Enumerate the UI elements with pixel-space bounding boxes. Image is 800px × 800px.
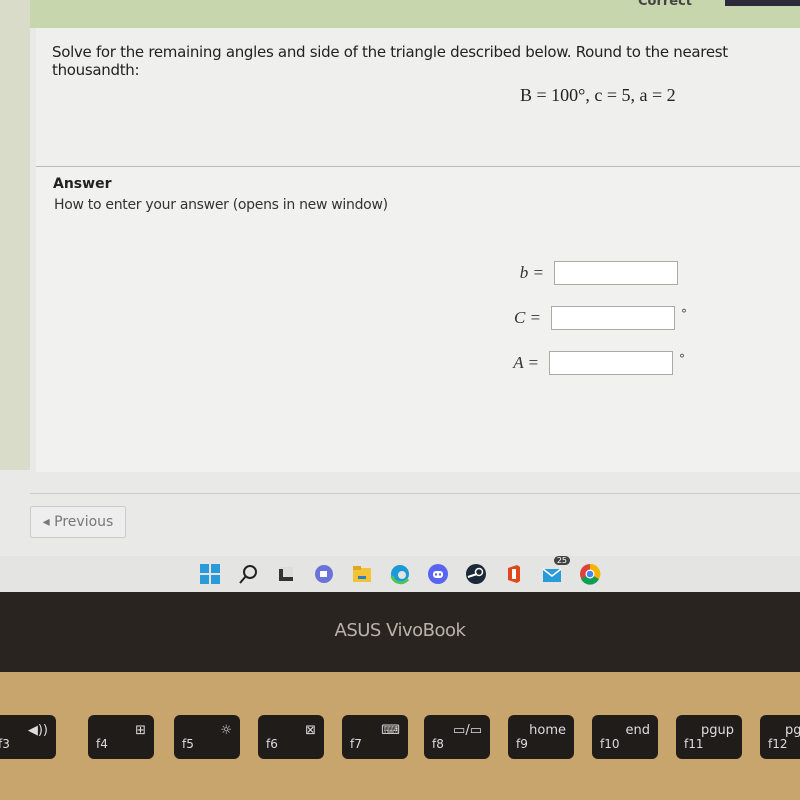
- answer-panel: Answer How to enter your answer (opens i…: [36, 167, 800, 472]
- given-values: B = 100°, c = 5, a = 2: [520, 85, 676, 105]
- chrome-icon[interactable]: [578, 562, 602, 586]
- key-f9-home[interactable]: f9 home: [508, 715, 574, 759]
- top-bar: Correct: [0, 0, 800, 28]
- keyboard-light-icon: ⌨: [381, 723, 400, 738]
- A-input[interactable]: [549, 351, 673, 375]
- question-text: Solve for the remaining angles and side …: [52, 43, 728, 79]
- discord-icon[interactable]: [426, 562, 450, 586]
- key-label: pgdn: [785, 723, 800, 738]
- key-fn: f10: [600, 737, 620, 751]
- field-label: b =: [519, 263, 544, 282]
- brightness-up-icon: ☼: [220, 723, 232, 738]
- key-label: home: [529, 723, 566, 738]
- key-fn: f11: [684, 737, 704, 751]
- question-panel: Solve for the remaining angles and side …: [36, 28, 800, 167]
- mail-icon[interactable]: 25: [540, 556, 570, 586]
- widgets-icon[interactable]: [274, 562, 298, 586]
- key-f6[interactable]: f6 ⊠: [258, 715, 324, 759]
- office-icon[interactable]: [502, 562, 526, 586]
- C-input[interactable]: [551, 306, 675, 330]
- laptop-screen: Correct Solve for the remaining angles a…: [0, 0, 800, 592]
- status-correct: Correct: [637, 0, 692, 9]
- teams-chat-icon[interactable]: [312, 562, 336, 586]
- divider: [30, 493, 800, 494]
- key-f5[interactable]: f5 ☼: [174, 715, 240, 759]
- field-label: C =: [513, 308, 541, 327]
- laptop-brand-logo: ASUS VivoBook: [334, 620, 466, 641]
- key-fn: f12: [768, 737, 788, 751]
- key-fn: f4: [96, 737, 108, 751]
- field-label: A =: [513, 353, 539, 372]
- key-label: pgup: [701, 723, 734, 738]
- key-f11-pgup[interactable]: f11 pgup: [676, 715, 742, 759]
- key-f7[interactable]: f7 ⌨: [342, 715, 408, 759]
- brightness-down-icon: ⊞: [135, 723, 146, 738]
- key-fn: f9: [516, 737, 528, 751]
- key-f10-end[interactable]: f10 end: [592, 715, 658, 759]
- previous-button[interactable]: ◂ Previous: [30, 506, 126, 538]
- key-label: end: [625, 723, 651, 738]
- key-fn: f3: [0, 737, 10, 751]
- file-explorer-icon[interactable]: [350, 562, 374, 586]
- key-fn: f7: [350, 737, 362, 751]
- key-f4[interactable]: f4 ⊞: [88, 715, 154, 759]
- keyboard-function-row: f3 ◀)) f4 ⊞ f5 ☼ f6 ⊠ f7 ⌨ f8 ▭/▭ f9 home f10 en…: [0, 705, 800, 800]
- answer-row-A: A = °: [495, 351, 685, 375]
- left-strip: [0, 0, 30, 470]
- top-button[interactable]: [725, 0, 800, 6]
- key-fn: f5: [182, 737, 194, 751]
- degree-unit: °: [679, 352, 685, 366]
- key-f3[interactable]: f3 ◀)): [0, 715, 56, 759]
- laptop-bezel: ASUS VivoBook: [0, 592, 800, 672]
- windows-start-icon[interactable]: [198, 562, 222, 586]
- mail-badge: 25: [553, 556, 570, 565]
- key-f8[interactable]: f8 ▭/▭: [424, 715, 490, 759]
- steam-icon[interactable]: [464, 562, 488, 586]
- edge-icon[interactable]: [388, 562, 412, 586]
- volume-icon: ◀)): [27, 723, 48, 738]
- answer-row-C: C = °: [497, 306, 687, 330]
- answer-row-b: b =: [500, 261, 678, 285]
- key-fn: f8: [432, 737, 444, 751]
- key-fn: f6: [266, 737, 278, 751]
- b-input[interactable]: [554, 261, 678, 285]
- search-icon[interactable]: [236, 562, 260, 586]
- display-switch-icon: ▭/▭: [453, 723, 482, 738]
- answer-title: Answer: [53, 176, 112, 192]
- degree-unit: °: [681, 307, 687, 321]
- key-f12-pgdn[interactable]: f12pgdn: [760, 715, 800, 759]
- touchpad-icon: ⊠: [305, 723, 316, 738]
- taskbar: 25: [0, 556, 800, 592]
- how-to-enter-link[interactable]: How to enter your answer (opens in new w…: [54, 197, 388, 213]
